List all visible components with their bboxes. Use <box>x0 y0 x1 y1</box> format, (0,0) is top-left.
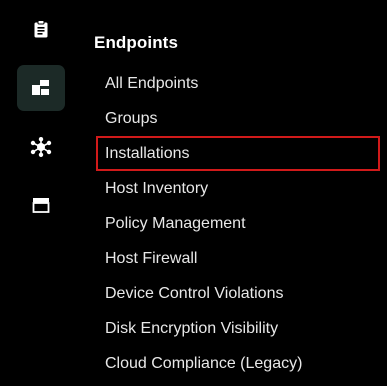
menu-item-all-endpoints[interactable]: All Endpoints <box>96 66 380 101</box>
store-icon <box>32 197 50 213</box>
menu-item-groups[interactable]: Groups <box>96 101 380 136</box>
menu-item-policy-management[interactable]: Policy Management <box>96 206 380 241</box>
menu-item-host-inventory[interactable]: Host Inventory <box>96 171 380 206</box>
menu-list: All Endpoints Groups Installations Host … <box>96 66 380 381</box>
network-nodes-icon <box>30 137 52 157</box>
endpoints-blocks-icon <box>31 80 51 96</box>
menu-item-installations[interactable]: Installations <box>96 136 380 171</box>
rail-button-clipboard[interactable] <box>17 6 65 52</box>
clipboard-icon <box>33 20 49 38</box>
endpoints-menu: Endpoints All Endpoints Groups Installat… <box>82 0 387 386</box>
menu-title: Endpoints <box>94 33 178 52</box>
rail-button-endpoints[interactable] <box>17 65 65 111</box>
menu-item-cloud-compliance-legacy[interactable]: Cloud Compliance (Legacy) <box>96 346 380 381</box>
menu-item-disk-encryption-visibility[interactable]: Disk Encryption Visibility <box>96 311 380 346</box>
menu-item-device-control-violations[interactable]: Device Control Violations <box>96 276 380 311</box>
rail-button-network[interactable] <box>17 124 65 170</box>
rail-button-store[interactable] <box>17 182 65 228</box>
endpoints-navigation: Endpoints All Endpoints Groups Installat… <box>0 0 387 386</box>
menu-item-host-firewall[interactable]: Host Firewall <box>96 241 380 276</box>
icon-rail <box>0 0 82 386</box>
